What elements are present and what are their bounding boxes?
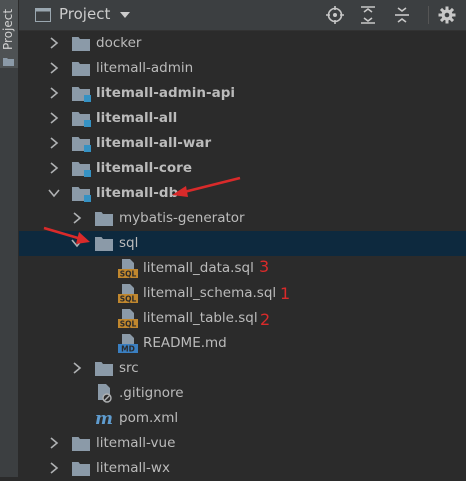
annotation-arrows — [43, 176, 241, 244]
annotation-arrow-to-litemall-db — [172, 176, 241, 197]
annotation-arrow-to-sql — [43, 226, 90, 244]
